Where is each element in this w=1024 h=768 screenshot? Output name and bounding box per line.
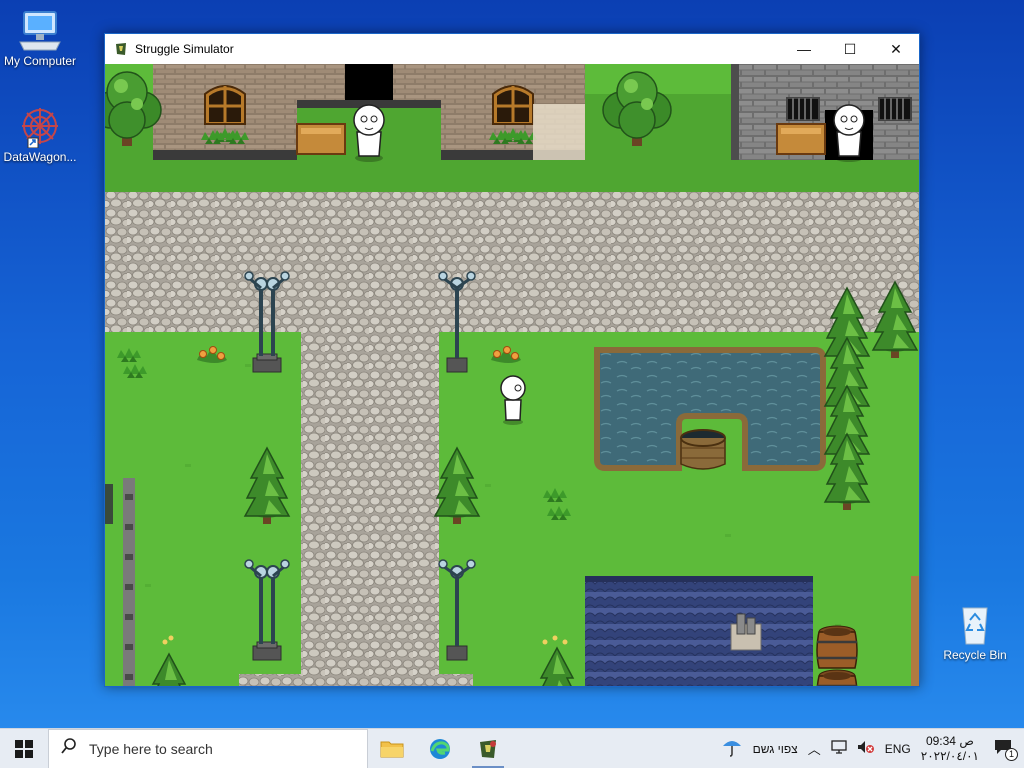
windows-icon [15, 739, 33, 758]
start-button[interactable] [0, 729, 48, 768]
datawagon-icon [16, 104, 64, 149]
input-language[interactable]: ENG [885, 742, 911, 756]
folder-icon [380, 741, 404, 757]
desktop-icon-my-computer[interactable]: My Computer [0, 8, 80, 68]
search-placeholder: Type here to search [89, 740, 213, 757]
desktop-icon-recycle-bin[interactable]: Recycle Bin [935, 602, 1015, 662]
chevron-up-icon[interactable]: ︿ [808, 739, 821, 758]
struggle-simulator-icon [480, 739, 496, 758]
taskbar-clock[interactable]: 09:34 ص ٢٠٢٢/٠٤/٠١ [921, 734, 979, 764]
npc-character [833, 104, 865, 163]
npc-character [353, 104, 385, 163]
desktop-icon-datawagon[interactable]: DataWagon... [0, 104, 80, 164]
computer-icon [16, 8, 64, 52]
clock-time: 09:34 ص [925, 733, 974, 748]
notification-icon[interactable]: 1 [994, 739, 1018, 761]
struggle-simulator-icon [113, 41, 129, 57]
clock-date: ٢٠٢٢/٠٤/٠١ [920, 748, 979, 763]
maximize-button[interactable]: ☐ [827, 34, 873, 64]
game-viewport[interactable] [105, 64, 919, 686]
minimize-button[interactable]: — [781, 34, 827, 64]
taskbar: Type here to search צפוי גשם ︿ ENG 09:34… [0, 728, 1024, 768]
desktop-icon-label: Recycle Bin [943, 648, 1007, 662]
window-title: Struggle Simulator [135, 42, 234, 56]
volume-muted-icon[interactable] [857, 740, 875, 757]
desktop-icon-label: DataWagon... [3, 150, 77, 164]
window-titlebar[interactable]: Struggle Simulator — ☐ ✕ [105, 34, 919, 64]
system-tray: צפוי גשם ︿ ENG 09:34 ص ٢٠٢٢/٠٤/٠١ 1 [716, 729, 1024, 768]
search-icon [49, 738, 89, 759]
network-icon[interactable] [831, 740, 847, 757]
desktop-icon-label: My Computer [3, 54, 77, 68]
notification-count-badge: 1 [1005, 748, 1018, 761]
struggle-simulator-taskbar-button[interactable] [464, 729, 512, 768]
file-explorer-taskbar-button[interactable] [368, 729, 416, 768]
taskbar-search-box[interactable]: Type here to search [48, 728, 368, 768]
edge-icon [430, 738, 450, 759]
weather-icon[interactable] [721, 736, 743, 761]
recycle-bin-icon [951, 602, 999, 646]
close-button[interactable]: ✕ [873, 34, 919, 64]
weather-text[interactable]: צפוי גשם [753, 742, 798, 756]
game-window: Struggle Simulator — ☐ ✕ [104, 33, 920, 687]
edge-taskbar-button[interactable] [416, 729, 464, 768]
